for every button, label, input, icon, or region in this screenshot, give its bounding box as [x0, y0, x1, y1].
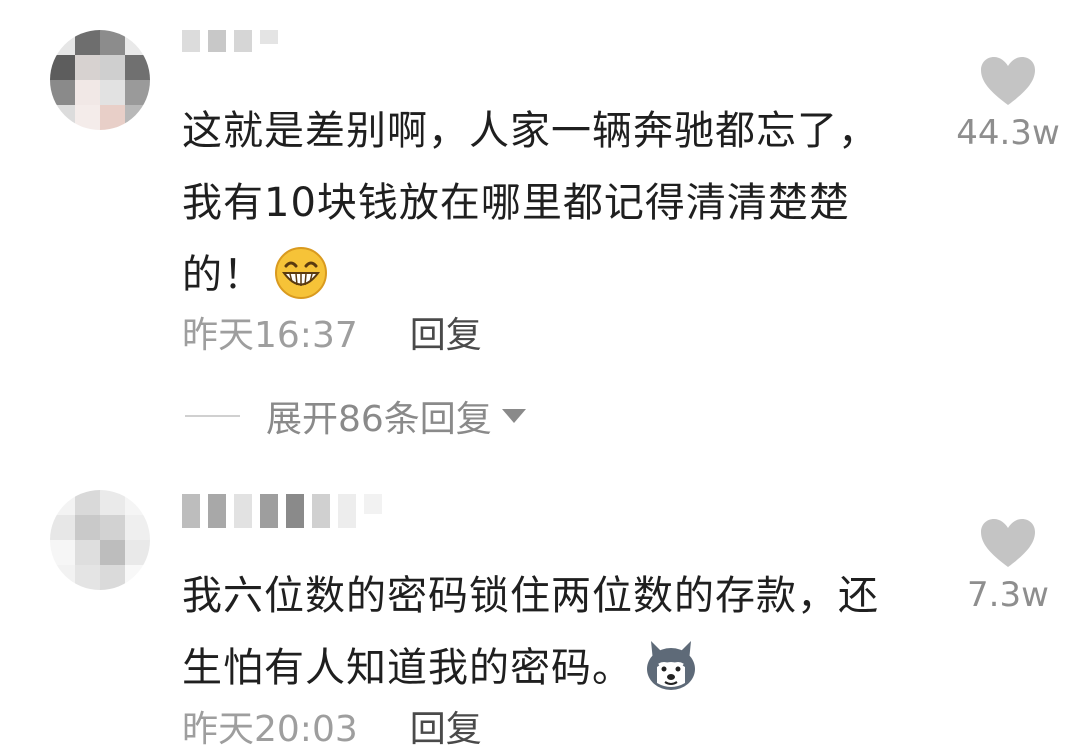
avatar[interactable]	[50, 30, 150, 130]
comment-item: 这就是差别啊，人家一辆奔驰都忘了，我有10块钱放在哪里都记得清清楚楚的！ 昨天1…	[0, 0, 1080, 470]
timestamp: 昨天20:03	[182, 709, 358, 750]
like-count: 44.3w	[956, 113, 1060, 153]
like-button[interactable]: 44.3w	[938, 55, 1078, 153]
expand-replies-button[interactable]: 展开86条回复	[185, 390, 526, 442]
grin-emoji	[275, 247, 327, 299]
comment-item: 我六位数的密码锁住两位数的存款，还生怕有人知道我的密码。 昨天20:03 回复	[0, 470, 1080, 753]
like-button[interactable]: 7.3w	[938, 517, 1078, 615]
comment-text-content: 我六位数的密码锁住两位数的存款，还生怕有人知道我的密码。	[182, 573, 879, 691]
timestamp: 昨天16:37	[182, 315, 358, 356]
reply-button[interactable]: 回复	[410, 306, 482, 358]
like-count: 7.3w	[967, 575, 1049, 615]
avatar[interactable]	[50, 490, 150, 590]
comment-text: 我六位数的密码锁住两位数的存款，还生怕有人知道我的密码。	[182, 560, 902, 704]
reply-button[interactable]: 回复	[410, 700, 482, 752]
username-blurred[interactable]	[182, 494, 382, 528]
divider-line	[185, 415, 240, 417]
comment-text: 这就是差别啊，人家一辆奔驰都忘了，我有10块钱放在哪里都记得清清楚楚的！	[182, 95, 917, 311]
comment-meta: 昨天20:03 回复	[182, 700, 482, 752]
username-blurred[interactable]	[182, 30, 278, 52]
heart-icon	[981, 57, 1035, 105]
triangle-down-icon	[501, 409, 526, 423]
expand-replies-label: 展开86条回复	[266, 399, 492, 440]
heart-icon	[981, 519, 1035, 567]
husky-dog-emoji	[647, 641, 695, 690]
comment-meta: 昨天16:37 回复	[182, 306, 482, 358]
